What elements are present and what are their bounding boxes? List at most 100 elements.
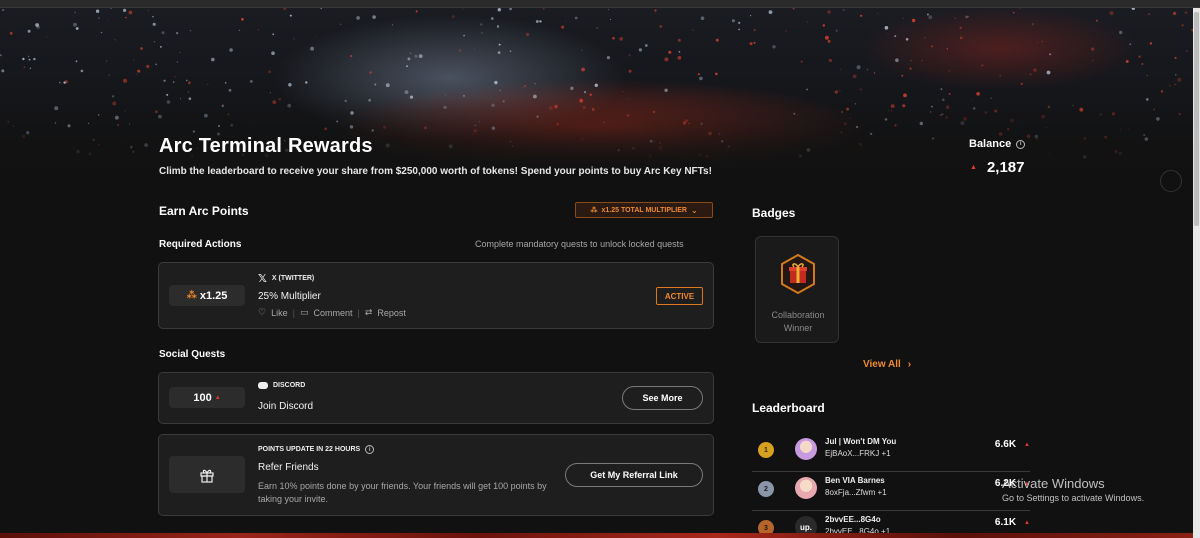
hero-particle [561, 25, 565, 29]
hero-particle [189, 29, 192, 32]
hero-particle [59, 81, 61, 84]
hero-particle [125, 16, 127, 19]
hero-particle [628, 69, 632, 73]
hero-particle [581, 67, 585, 72]
hero-particle [522, 87, 524, 89]
hero-particle [272, 33, 275, 36]
hero-particle [28, 55, 30, 58]
points-update-text: POINTS UPDATE IN 22 HOURS [258, 446, 361, 453]
badge-card[interactable]: Collaboration Winner [755, 236, 839, 343]
repost-label: Repost [377, 307, 406, 318]
hero-particle [509, 8, 512, 11]
repost-icon: ⇄ [364, 307, 373, 317]
hero-particle [217, 51, 219, 53]
hero-particle [677, 38, 681, 42]
info-icon[interactable]: i [365, 445, 375, 454]
hero-particle [697, 73, 700, 76]
hero-particle [753, 28, 756, 32]
hero-particle [186, 79, 188, 82]
hero-particle [664, 57, 669, 62]
hero-particle [644, 44, 648, 47]
balance-label: Balance i [969, 138, 1026, 150]
hero-particle [800, 60, 803, 63]
hero-particle [856, 65, 861, 70]
hero-particle [909, 67, 912, 70]
hero-particle [73, 22, 77, 27]
hero-particle [806, 21, 808, 23]
discord-platform: DISCORD [258, 382, 305, 389]
chevron-right-icon: › [907, 359, 912, 370]
hero-particle [1146, 74, 1148, 77]
page-scrollbar[interactable] [1193, 8, 1200, 538]
hero-particle [750, 15, 752, 17]
hero-particle [27, 29, 31, 33]
hero-particle [785, 30, 787, 32]
hero-particle [905, 38, 909, 41]
hero-particle [320, 8, 322, 9]
hero-particle [692, 29, 694, 32]
hero-particle [1174, 73, 1177, 76]
refer-friends-description: Earn 10% points done by your friends. Yo… [258, 481, 547, 504]
info-icon[interactable]: i [1016, 139, 1026, 149]
hero-particle [174, 76, 176, 78]
leaderboard-row[interactable]: 1 Jul | Won't DM You EjBAoX...FRKJ +1 6.… [752, 434, 1030, 472]
balance-amount: 2,187 [986, 159, 1025, 176]
hero-particle [610, 18, 611, 20]
hero-particle [23, 66, 26, 68]
hero-particle [1169, 85, 1171, 87]
hero-particle [228, 88, 232, 92]
leaderboard-score-value: 6.6K [994, 439, 1017, 450]
hero-particle [921, 60, 923, 62]
hero-particle [911, 18, 916, 23]
points-chip: 100 ▲ [169, 387, 245, 408]
hero-particle [838, 90, 841, 92]
see-more-button[interactable]: See More [622, 386, 703, 410]
hero-particle [497, 8, 501, 12]
hero-particle [1020, 82, 1023, 85]
leaderboard-name: Ben VIA Barnes [825, 476, 885, 485]
hero-particle [305, 81, 308, 84]
hero-particle [0, 54, 2, 57]
hero-particle [474, 48, 476, 49]
twitter-platform-label: X (TWITTER) [271, 275, 315, 282]
hero-particle [146, 64, 150, 69]
scrollbar-thumb[interactable] [1194, 12, 1199, 226]
hero-particle [738, 21, 741, 24]
hero-particle [1160, 90, 1164, 93]
avatar [795, 438, 817, 460]
total-multiplier-dropdown[interactable]: ⁂ x1.25 TOTAL MULTIPLIER ⌄ [575, 202, 713, 218]
hero-particle [715, 72, 718, 76]
hero-particle [415, 10, 418, 13]
hero-particle [106, 60, 108, 62]
hero-particle [238, 29, 241, 32]
view-all-label: View All [863, 359, 901, 370]
hero-particle [824, 35, 829, 40]
refer-friends-title: Refer Friends [258, 462, 319, 473]
hero-particle [29, 67, 31, 69]
hero-particle [910, 60, 912, 62]
watermark-line2: Go to Settings to activate Windows. [1002, 493, 1145, 503]
hero-particle [619, 37, 623, 41]
hero-particle [753, 41, 756, 44]
hero-particle [271, 51, 275, 55]
gift-badge-icon [781, 253, 815, 295]
hero-particle [594, 83, 598, 88]
leaderboard-name: Jul | Won't DM You [825, 437, 897, 446]
hero-particle [137, 69, 141, 73]
hero-particle [110, 8, 113, 10]
hero-particle [840, 68, 842, 71]
hero-particle [133, 59, 135, 61]
hero-particle [176, 61, 179, 63]
hero-particle [535, 20, 539, 23]
hero-particle [1033, 68, 1037, 72]
leaderboard-row[interactable]: 2 Ben VIA Barnes 8oxFja...Zfwm +1 6.2K ▲ [752, 473, 1030, 511]
hero-particle [738, 28, 740, 31]
windows-activation-watermark: Activate Windows Go to Settings to activ… [1002, 476, 1144, 503]
get-referral-link-button[interactable]: Get My Referral Link [565, 463, 703, 487]
hero-particle [268, 70, 271, 74]
multiplier-icon: ⁂ [590, 207, 598, 214]
hero-particle [100, 31, 103, 34]
view-all-link[interactable]: View All › [863, 359, 911, 370]
status-badge: ACTIVE [656, 287, 703, 305]
hero-particle [928, 15, 933, 20]
